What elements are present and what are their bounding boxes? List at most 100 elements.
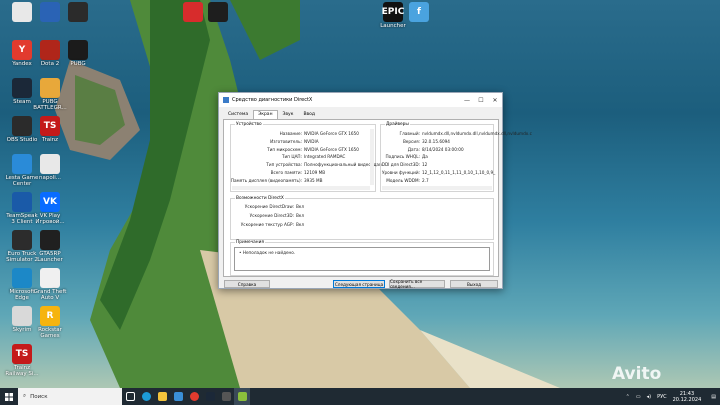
info-key: Подпись WHQL: [385, 154, 421, 160]
info-key: Память дисплея (видеопамять): [230, 177, 302, 183]
info-value: 2.7 [422, 177, 429, 183]
clock-date: 20.12.2024 [672, 396, 702, 403]
info-row: Ускорение DirectDraw: Вкл [228, 204, 304, 209]
info-key: Модель WDDM: [386, 177, 420, 183]
app-icon: VK [40, 192, 60, 212]
info-row: Главный: nvldumdx.dll,nvldumdx.dll,nvldum… [380, 131, 532, 136]
app-icon [40, 40, 60, 60]
info-value: Вкл [296, 213, 305, 218]
file-explorer-icon[interactable] [154, 388, 170, 405]
device-hscrollbar[interactable] [232, 186, 370, 190]
info-value: NVIDIA GeForce GTX 1650 [304, 131, 359, 136]
notes-line: • Неполадок не найдено. [239, 250, 295, 255]
next-page-button[interactable]: Следующая страница [333, 280, 385, 288]
desktop-icon[interactable]: f [401, 2, 437, 23]
clock[interactable]: 21:43 20.12.2024 [673, 391, 702, 403]
help-button[interactable]: Справка [224, 280, 270, 288]
info-value: NVIDIA GeForce GTX 1650 [304, 146, 359, 152]
desktop-icon[interactable]: TS Trainz [32, 116, 68, 143]
notes-group-title: Примечания [235, 240, 265, 245]
info-row: Модель WDDM: 2.7 [380, 177, 429, 183]
info-value: 32.0.15.6094 [422, 138, 450, 144]
info-row: Дата: 8/14/2024 03:00:00 [380, 147, 464, 152]
notifications-icon[interactable]: ▤ [711, 394, 716, 400]
desktop-icon-label: Trainz Railway Si... [5, 365, 39, 377]
info-row: Название: NVIDIA GeForce GTX 1650 [228, 131, 359, 136]
steam-taskbar-icon[interactable] [202, 388, 218, 405]
tab-input[interactable]: Ввод [298, 110, 320, 119]
dxdiag-window[interactable]: Средство диагностики DirectX — ☐ ✕ Систе… [218, 92, 532, 289]
language-indicator[interactable]: РУС [657, 394, 667, 400]
start-button[interactable] [0, 388, 18, 405]
task-view-icon[interactable] [122, 388, 138, 405]
info-key: Уровни функций: [381, 170, 420, 175]
app-icon [12, 268, 32, 288]
save-all-button[interactable]: Сохранить все сведения... [389, 279, 445, 289]
info-row: Всего памяти: 12109 MB [228, 170, 326, 175]
taskbar-search[interactable]: ⌕ Поиск [18, 388, 122, 405]
app-icon [12, 2, 32, 22]
store-icon[interactable] [170, 388, 186, 405]
window-title: Средство диагностики DirectX [232, 97, 313, 103]
info-row: Тип ЦАП: Integrated RAMDAC [228, 154, 345, 159]
desktop-icon[interactable]: Grand Theft Auto V [32, 268, 68, 301]
app-icon [12, 306, 32, 326]
app-icon: TS [40, 116, 60, 136]
minimize-button[interactable]: — [460, 93, 474, 107]
info-key: Изготовитель: [270, 138, 302, 144]
drivers-group-title: Драйверы [385, 122, 410, 127]
app-icon: TS [12, 344, 32, 364]
desktop-icon-label: Trainz [41, 137, 59, 143]
system-tray: ⌃ ▭ ◂) РУС 21:43 20.12.2024 ▤ [626, 388, 720, 405]
tray-chevron-icon[interactable]: ⌃ [626, 394, 630, 400]
network-icon[interactable]: ▭ [636, 394, 641, 400]
exit-button[interactable]: Выход [450, 280, 498, 288]
title-bar[interactable]: Средство диагностики DirectX — ☐ ✕ [219, 93, 502, 107]
device-scrollbar[interactable] [370, 129, 374, 185]
desktop-icon[interactable]: PUBG [60, 40, 96, 67]
info-key: Тип ЦАП: [281, 154, 302, 160]
app-icon: EPIC [382, 2, 404, 22]
info-key: Главный: [399, 131, 420, 136]
info-key: Тип микросхем: [267, 146, 302, 152]
info-value: NVIDIA [304, 138, 319, 144]
desktop: EPIC Launcher f Y Yandex Dota 2 PUBG Steam PUBG … [0, 0, 720, 388]
info-key: Название: [279, 131, 302, 136]
desktop-icon-label: Grand Theft Auto V [33, 289, 67, 301]
close-button[interactable]: ✕ [488, 93, 502, 107]
desktop-icon-label: GTA5RP Launcher [37, 251, 63, 263]
desktop-icon[interactable]: GTA5RP Launcher [32, 230, 68, 263]
taskbar: ⌕ Поиск ⌃ ▭ ◂) РУС 21:43 20.12.2024 ▤ [0, 388, 720, 405]
app-icon[interactable] [218, 388, 234, 405]
desktop-icon-label: napoli... [38, 175, 61, 181]
desktop-icon-label: VK Play Игровой... [35, 213, 65, 225]
desktop-icon[interactable]: TS Trainz Railway Si... [4, 344, 40, 377]
info-row: Память дисплея (видеопамять): 3935 MB [228, 177, 323, 183]
desktop-icon[interactable] [200, 2, 236, 23]
info-value: Да [422, 154, 428, 160]
desktop-icon[interactable]: R Rockstar Games [32, 306, 68, 339]
app-icon [40, 154, 60, 174]
desktop-icon[interactable]: napoli... [32, 154, 68, 181]
drivers-hscrollbar[interactable] [382, 186, 492, 190]
desktop-icon[interactable] [60, 2, 96, 23]
maximize-button[interactable]: ☐ [474, 93, 488, 107]
tab-display[interactable]: Экран [253, 110, 278, 119]
yandex-browser-icon[interactable] [186, 388, 202, 405]
dxdiag-taskbar-icon[interactable] [234, 388, 250, 405]
tab-sound[interactable]: Звук [278, 110, 299, 119]
info-value: Вкл [296, 204, 305, 209]
info-row: Подпись WHQL: Да [380, 154, 428, 159]
desktop-icon[interactable]: VK VK Play Игровой... [32, 192, 68, 225]
edge-icon[interactable] [138, 388, 154, 405]
desktop-icon-label: PUBG BATTLEGR... [33, 99, 67, 111]
desktop-icon[interactable]: PUBG BATTLEGR... [32, 78, 68, 111]
notes-box[interactable]: • Неполадок не найдено. [234, 247, 490, 271]
info-row: DDI для Direct3D: 12 [380, 162, 428, 167]
search-placeholder: Поиск [30, 393, 48, 400]
info-row: Уровни функций: 12_1,12_0,11_1,11_0,10_1,… [380, 170, 495, 175]
volume-icon[interactable]: ◂) [647, 394, 651, 400]
tab-system[interactable]: Система [223, 110, 253, 119]
desktop-icon-label: Launcher [380, 23, 406, 29]
app-icon [40, 78, 60, 98]
